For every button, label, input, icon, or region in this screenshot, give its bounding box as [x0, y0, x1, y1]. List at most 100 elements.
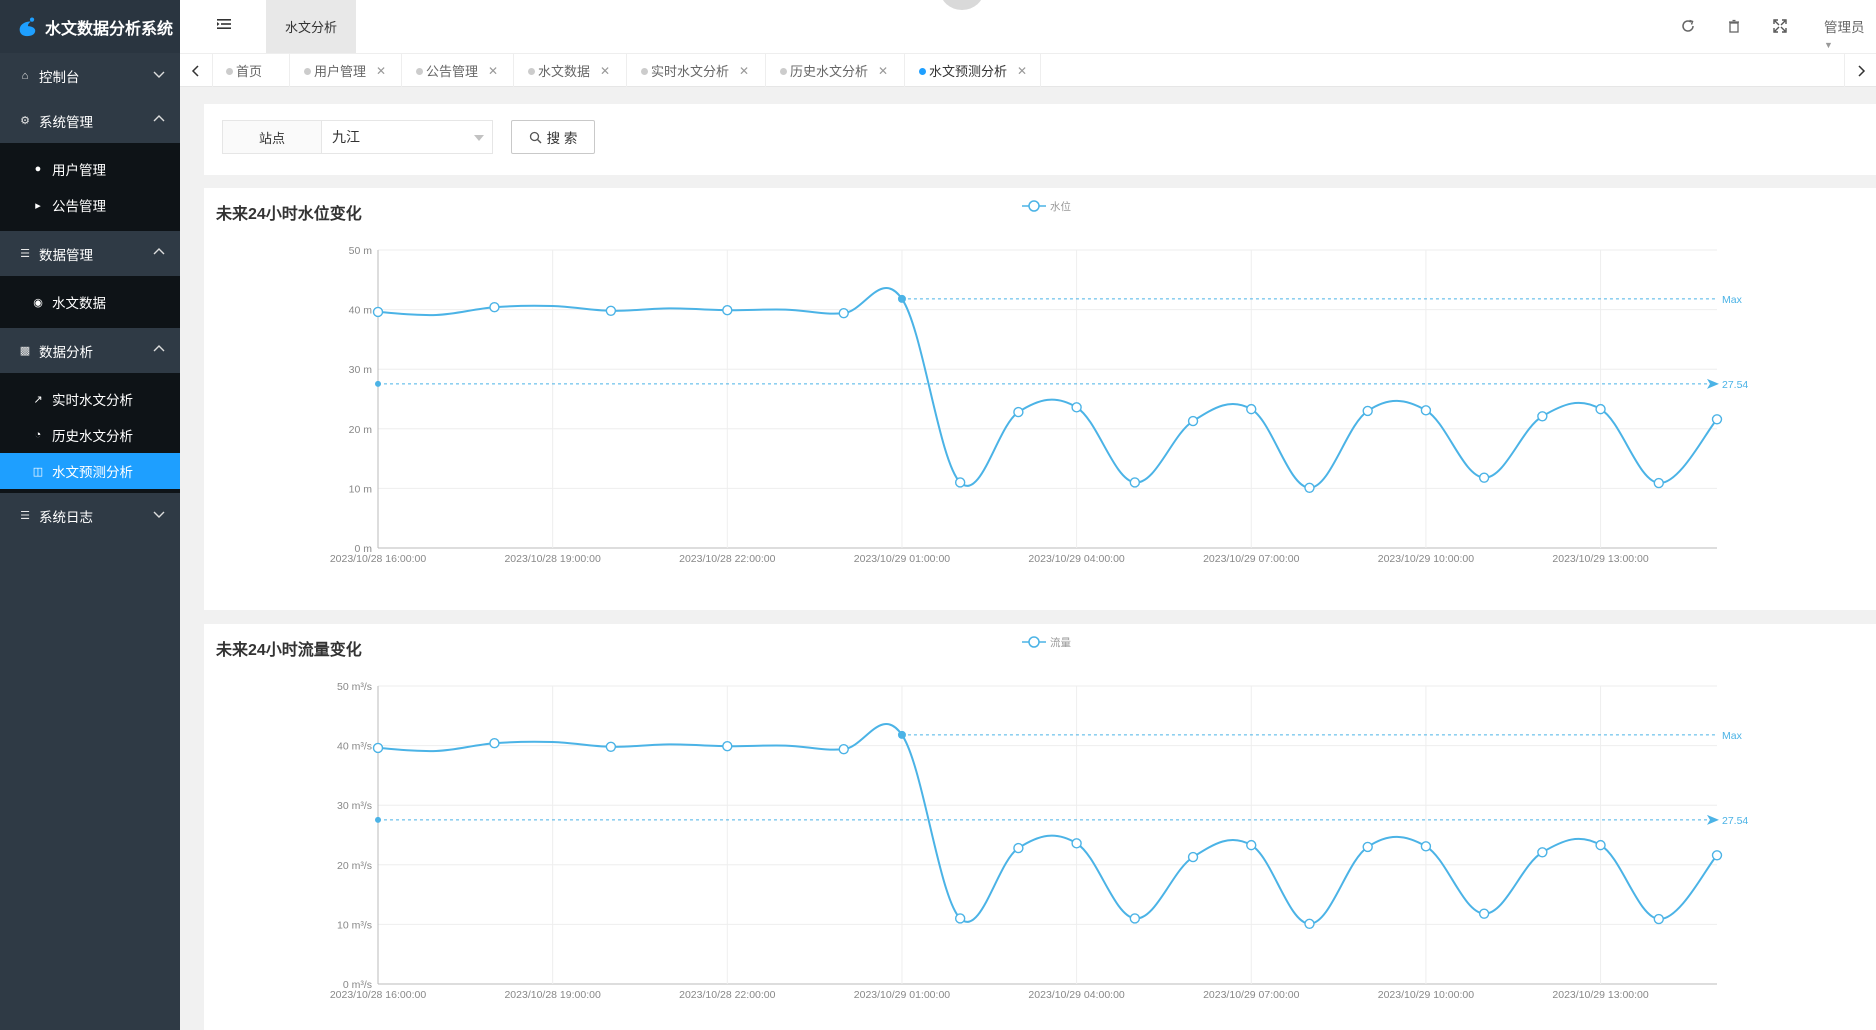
x-tick-label: 2023/10/28 19:00:00 [504, 553, 601, 565]
menu-item-user-management[interactable]: ● 用户管理 [0, 151, 180, 187]
menu-item-system-log[interactable]: ☰ 系统日志 [0, 493, 180, 538]
menu-item-forecast-analysis[interactable]: ◫ 水文预测分析 [0, 453, 180, 489]
menu-item-console[interactable]: ⌂ 控制台 [0, 53, 180, 98]
menu-item-label: 水文预测分析 [52, 465, 133, 480]
average-mark-start [375, 816, 381, 823]
water-level-chart[interactable]: 0 m10 m20 m30 m40 m50 m2023/10/28 16:00:… [204, 188, 1876, 610]
x-tick-label: 2023/10/28 19:00:00 [504, 989, 601, 1001]
close-icon[interactable]: ✕ [600, 64, 610, 78]
data-point [1013, 406, 1024, 418]
header-tab-hydro-analysis[interactable]: 水文分析 [266, 0, 356, 53]
close-icon[interactable]: ✕ [878, 64, 888, 78]
menu-item-label: 用户管理 [52, 163, 106, 178]
tabs-prev-button[interactable] [180, 54, 213, 87]
tabs-next-button[interactable] [1844, 54, 1876, 87]
sidebar: 水文数据分析系统 ⌂ 控制台 ⚙ 系统管理 ● 用户管理 ▸ 公告管理 ☰ 数据… [0, 0, 180, 1030]
menu-item-label: 系统日志 [39, 509, 93, 525]
tab-label: 首页 [236, 64, 263, 79]
tab-status-dot [780, 68, 787, 75]
top-header: 水文分析 管理员 ▼ [180, 0, 1876, 53]
data-point [722, 304, 733, 316]
tab-hydro-data[interactable]: 水文数据 ✕ [514, 54, 627, 87]
water-level-chart-card: 未来24小时水位变化 0 m 10 m 20 m 30 m 40 m 50 m 2023/1… [204, 188, 1876, 610]
menu-item-label: 公告管理 [52, 199, 106, 214]
close-icon[interactable]: ✕ [488, 64, 498, 78]
data-point [1304, 482, 1315, 494]
tab-status-dot [641, 68, 648, 75]
legend-symbol-point [1028, 636, 1040, 648]
x-tick-label: 2023/10/29 10:00:00 [1378, 989, 1475, 1001]
tab-history-analysis[interactable]: 历史水文分析 ✕ [766, 54, 905, 87]
x-tick-label: 2023/10/29 01:00:00 [854, 553, 951, 565]
tab-home[interactable]: 首页 [212, 54, 290, 87]
menu-item-data-management[interactable]: ☰ 数据管理 [0, 231, 180, 276]
data-point [954, 477, 966, 488]
tab-status-dot [304, 68, 311, 75]
data-point [1478, 472, 1490, 483]
series-line [377, 286, 1718, 489]
user-menu[interactable]: 管理员 ▼ [1824, 16, 1876, 51]
data-point [1362, 405, 1373, 417]
data-point [489, 302, 500, 313]
data-point [1246, 839, 1257, 851]
menu-item-label: 数据管理 [39, 247, 93, 263]
data-point [1013, 842, 1024, 854]
line-chart-icon: ↗ [33, 393, 43, 406]
speaker-icon: ▸ [35, 199, 41, 212]
x-tick-label: 2023/10/29 10:00:00 [1378, 553, 1475, 565]
y-tick-label: 30 m³/s [337, 800, 372, 812]
tab-label: 水文预测分析 [929, 64, 1008, 79]
gears-icon: ⚙ [20, 115, 30, 127]
scroll-handle [940, 0, 984, 10]
close-icon[interactable]: ✕ [739, 64, 749, 78]
close-icon[interactable]: ✕ [1017, 64, 1027, 78]
data-point [1537, 847, 1548, 858]
x-tick-label: 2023/10/28 16:00:00 [330, 989, 427, 1001]
menu-item-notice-management[interactable]: ▸ 公告管理 [0, 187, 180, 223]
app-logo[interactable]: 水文数据分析系统 [0, 0, 180, 53]
flow-chart[interactable]: 0 m³/s10 m³/s20 m³/s30 m³/s40 m³/s50 m³/… [204, 624, 1876, 1030]
legend-symbol-point [1028, 200, 1040, 212]
chevron-left-icon [191, 64, 199, 77]
caret-down-icon: ▼ [1824, 40, 1833, 50]
y-tick-label: 10 m³/s [337, 919, 372, 931]
menu-item-realtime-analysis[interactable]: ↗ 实时水文分析 [0, 381, 180, 417]
data-point [605, 305, 617, 316]
tab-forecast-analysis[interactable]: 水文预测分析 ✕ [905, 54, 1041, 87]
fullscreen-icon[interactable] [1772, 18, 1788, 34]
tab-notice-management[interactable]: 公告管理 ✕ [402, 54, 514, 87]
series-line [377, 722, 1718, 925]
y-tick-label: 30 m [349, 364, 373, 376]
menu-item-label: 实时水文分析 [52, 393, 133, 408]
list-icon: ☰ [20, 510, 30, 522]
y-tick-label: 20 m [349, 424, 373, 436]
menu-item-label: 历史水文分析 [52, 429, 133, 444]
data-point [1071, 402, 1082, 413]
tab-realtime-analysis[interactable]: 实时水文分析 ✕ [627, 54, 766, 87]
home-icon: ⌂ [21, 69, 29, 82]
data-point [1129, 913, 1141, 924]
close-icon[interactable]: ✕ [376, 64, 386, 78]
database-icon: ◫ [32, 465, 44, 478]
menu-item-history-analysis[interactable]: ◔ 历史水文分析 [0, 417, 180, 453]
tab-label: 用户管理 [314, 64, 367, 79]
chevron-down-icon [153, 511, 165, 518]
y-tick-label: 50 m [349, 245, 373, 257]
menu-toggle-icon[interactable] [216, 16, 232, 32]
menu-item-hydro-data[interactable]: ◉ 水文数据 [0, 284, 180, 320]
pie-chart-icon: ◔ [34, 429, 42, 441]
data-point [1420, 405, 1432, 416]
trash-icon[interactable] [1726, 18, 1742, 34]
station-select[interactable]: 九江 [321, 120, 493, 154]
tab-label: 实时水文分析 [651, 64, 730, 79]
search-button[interactable]: 搜 索 [511, 120, 595, 154]
y-tick-label: 40 m [349, 305, 373, 317]
search-panel: 站点 九江 搜 索 [204, 104, 1876, 175]
max-data-point [897, 730, 906, 739]
tab-user-management[interactable]: 用户管理 ✕ [290, 54, 402, 87]
submenu-data-management: ◉ 水文数据 [0, 276, 180, 328]
refresh-icon[interactable] [1680, 18, 1696, 34]
search-icon [529, 131, 542, 143]
menu-item-data-analysis[interactable]: ▩ 数据分析 [0, 328, 180, 373]
menu-item-system-management[interactable]: ⚙ 系统管理 [0, 98, 180, 143]
